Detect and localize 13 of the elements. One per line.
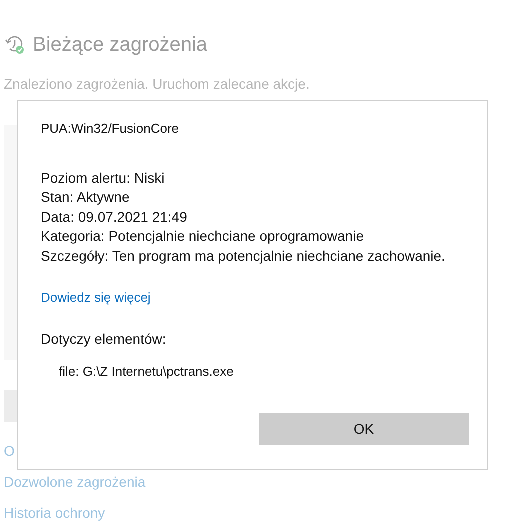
history-shield-icon	[5, 35, 25, 55]
page-title: Bieżące zagrożenia	[33, 33, 208, 58]
page-subtitle: Znaleziono zagrożenia. Uruchom zalecane akcje.	[3, 75, 311, 94]
detail-row-text: Stan: Aktywne	[41, 188, 131, 207]
threat-name: PUA:Win32/FusionCore	[41, 120, 180, 138]
affected-heading: Dotyczy elementów:	[41, 330, 168, 349]
affected-file: file: G:\Z Internetu\pctrans.exe	[58, 362, 235, 381]
detail-row-text: Kategoria: Potencjalnie niechciane oprogramowanie	[41, 227, 365, 246]
detail-row-text: Poziom alertu: Niski	[41, 168, 166, 188]
detail-row-text: Data: 09.07.2021 21:49	[41, 208, 188, 226]
detail-row-text: Szczegóły: Ten program ma potencjalnie niechciane zachowanie.	[41, 246, 446, 266]
learn-more-link[interactable]: Dowiedz się więcej	[41, 288, 151, 308]
ok-button[interactable]: OK	[259, 413, 469, 445]
